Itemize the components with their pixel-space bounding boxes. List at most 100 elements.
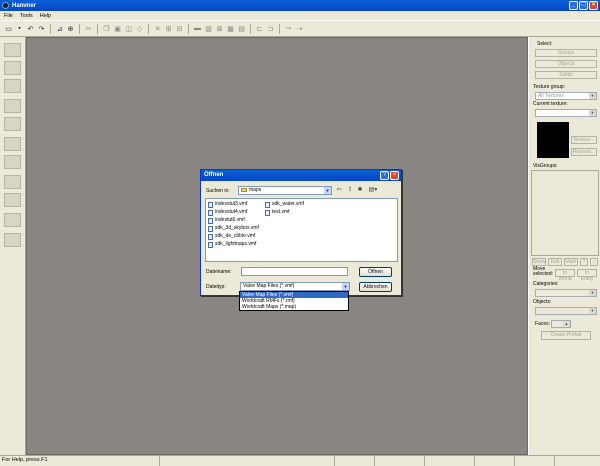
list-item[interactable]: sdk_water.vmf	[265, 201, 304, 208]
camera-icon[interactable]: ◫	[124, 24, 133, 33]
close-button[interactable]: ×	[589, 1, 598, 10]
move-to-world-button[interactable]: to World	[555, 269, 575, 282]
chevron-down-icon: ▼	[589, 110, 596, 116]
path-icon[interactable]: ⊠	[215, 24, 224, 33]
visgroup-edit-button[interactable]: Edit	[548, 258, 562, 266]
objects-select[interactable]: ▼	[535, 307, 597, 315]
run-icon[interactable]: ⇢	[295, 24, 304, 33]
select-solids-button[interactable]: Solids	[535, 71, 597, 79]
list-item[interactable]: sdk_lightmaps.vmf	[208, 241, 256, 248]
list-item[interactable]: sdk_de_cbble.vmf	[208, 233, 255, 240]
filename-input[interactable]	[241, 267, 348, 276]
toolbar: ▭ ▪ ↶ ↷ ⊿ ⊕ ✂ ❐ ▣ ◫ ◇ ✕ ⊞ ⊟ ▬ ▥ ⊠ ▦ ▤ ⊏ …	[0, 20, 600, 37]
menu-tools[interactable]: Tools	[20, 13, 33, 19]
block-icon[interactable]: ✕	[153, 24, 162, 33]
toolbar-separator	[188, 23, 189, 34]
vmf-file-icon	[208, 241, 213, 248]
maximize-button[interactable]: □	[579, 1, 588, 10]
chevron-down-icon: ▼	[324, 187, 331, 194]
dialog-close-button[interactable]: ×	[390, 171, 399, 180]
visgroups-list[interactable]	[531, 170, 599, 256]
list-item[interactable]: indexstut4.vmf	[208, 209, 247, 216]
tool-apply-texture-icon[interactable]	[4, 155, 21, 169]
group-icon[interactable]: ▦	[226, 24, 235, 33]
filetype-dropdown-list: Valve Map Files (*.vmf) Worldcraft RMFs …	[239, 291, 349, 311]
back-icon[interactable]: ⇦	[335, 186, 343, 194]
vertex-icon[interactable]: ▥	[204, 24, 213, 33]
texture-icon[interactable]: ⊞	[164, 24, 173, 33]
open-icon[interactable]: ▭	[4, 24, 13, 33]
browse-button[interactable]: Browse...	[571, 136, 597, 144]
create-prefab-button[interactable]: Create Prefab	[541, 331, 591, 340]
cut-icon[interactable]: ✂	[84, 24, 93, 33]
list-item[interactable]: test.vmf	[265, 209, 290, 216]
view-menu-icon[interactable]: ▤▾	[367, 186, 379, 194]
chevron-updown-icon: ▲	[563, 321, 570, 327]
select-icon[interactable]: ⊿	[55, 24, 64, 33]
file-list[interactable]: indexstut3.vmf indexstut4.vmf indextut6.…	[205, 198, 398, 262]
save-icon[interactable]: ▪	[15, 24, 24, 33]
undo-icon[interactable]: ↶	[26, 24, 35, 33]
tool-magnify-icon[interactable]	[4, 61, 21, 75]
tool-block-icon[interactable]	[4, 117, 21, 131]
list-item[interactable]: sdk_3d_skybox.vmf	[208, 225, 259, 232]
tool-decal-icon[interactable]	[4, 175, 21, 189]
copy-icon[interactable]: ❐	[102, 24, 111, 33]
menu-file[interactable]: File	[4, 13, 13, 19]
list-item[interactable]: indexstut3.vmf	[208, 201, 247, 208]
clip-icon[interactable]: ▬	[193, 24, 202, 33]
tool-clip-icon[interactable]	[4, 193, 21, 207]
visgroup-mark-button[interactable]: Mark	[564, 258, 578, 266]
chevron-down-icon: ▼	[342, 283, 349, 290]
menu-help[interactable]: Help	[40, 13, 51, 19]
faces-stepper[interactable]: ▲	[551, 320, 571, 328]
dialog-title: Öffnen	[204, 172, 224, 178]
new-folder-icon[interactable]: ✱	[356, 186, 364, 194]
tool-path-icon[interactable]	[4, 233, 21, 247]
up-folder-icon[interactable]: ⇧	[346, 186, 354, 194]
tool-vertex-icon[interactable]	[4, 213, 21, 227]
paste-icon[interactable]: ▣	[113, 24, 122, 33]
open-file-dialog: Öffnen ? × Suchen in: maps ▼ ⇦ ⇧ ✱ ▤▾ in…	[200, 169, 402, 296]
hollow-icon[interactable]: ⤳	[284, 24, 293, 33]
texture-preview	[537, 122, 569, 158]
tools-palette	[0, 37, 26, 455]
select-objects-button[interactable]: Objects	[535, 60, 597, 68]
move-to-entity-button[interactable]: to Entity	[577, 269, 597, 282]
list-item[interactable]: indextut6.vmf	[208, 217, 245, 224]
look-in-select[interactable]: maps ▼	[238, 186, 332, 195]
cancel-button[interactable]: Abbrechen	[359, 282, 392, 292]
open-button[interactable]: Öffnen	[359, 267, 392, 277]
chevron-down-icon: ▼	[589, 93, 596, 99]
object-bar: Select: Groups Objects Solids Texture gr…	[528, 37, 600, 455]
filetype-option-map[interactable]: Worldcraft Maps (*.map)	[240, 304, 348, 310]
vmf-file-icon	[208, 225, 213, 232]
minimize-button[interactable]: _	[569, 1, 578, 10]
visgroup-show-button[interactable]: Show	[532, 258, 546, 266]
visgroup-purge-button[interactable]: ?	[580, 258, 588, 266]
tool-selection-icon[interactable]	[4, 43, 21, 57]
dialog-help-button[interactable]: ?	[380, 171, 389, 180]
vmf-file-icon	[208, 233, 213, 240]
carve-icon[interactable]: ⊐	[266, 24, 275, 33]
select-groups-button[interactable]: Groups	[535, 49, 597, 57]
dialog-title-bar: Öffnen	[201, 170, 401, 181]
redo-icon[interactable]: ↷	[37, 24, 46, 33]
select-label: Select:	[537, 41, 553, 47]
window-title: Hammer	[12, 2, 37, 9]
ungroup-icon[interactable]: ▤	[237, 24, 246, 33]
current-texture-select[interactable]: ▼	[535, 109, 597, 117]
replace-button[interactable]: Replace...	[571, 148, 597, 156]
tool-camera-icon[interactable]	[4, 79, 21, 93]
visgroup-up-button[interactable]: ↑	[590, 258, 598, 266]
entity-icon[interactable]: ◇	[135, 24, 144, 33]
zoom-icon[interactable]: ⊕	[66, 24, 75, 33]
categories-select[interactable]: ▼	[535, 289, 597, 297]
tool-texture-icon[interactable]	[4, 137, 21, 151]
decal-icon[interactable]: ⊟	[175, 24, 184, 33]
hide-icon[interactable]: ⊏	[255, 24, 264, 33]
tool-entity-icon[interactable]	[4, 99, 21, 113]
texture-group-select[interactable]: All Textures ▼	[535, 92, 597, 100]
filetype-select[interactable]: Valve Map Files (*.vmf) ▼	[240, 282, 350, 291]
title-bar: Hammer _ □ ×	[0, 0, 600, 11]
